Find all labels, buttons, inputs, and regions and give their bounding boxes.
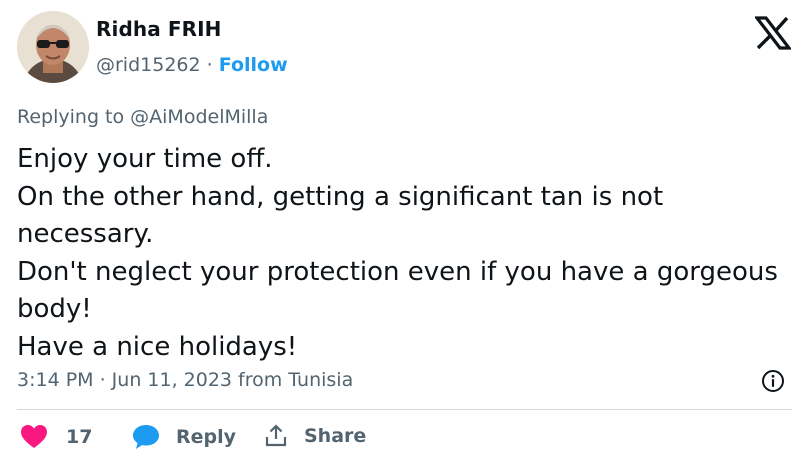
author-handle[interactable]: @rid15262 xyxy=(96,54,201,76)
reply-label: Reply xyxy=(176,426,237,448)
author-display-name[interactable]: Ridha FRIH xyxy=(96,17,222,41)
tweet-line: Don't neglect your protection even if yo… xyxy=(17,256,778,287)
share-button[interactable]: Share xyxy=(264,424,366,448)
share-label: Share xyxy=(304,425,367,447)
share-icon xyxy=(265,424,287,447)
action-bar: 17 Reply Share xyxy=(0,424,808,458)
author-handle-row: @rid15262 · Follow xyxy=(96,54,288,76)
follow-button[interactable]: Follow xyxy=(219,54,288,76)
like-count: 17 xyxy=(66,426,93,448)
reply-context[interactable]: Replying to @AiModelMilla xyxy=(17,106,268,128)
tweet-line: Enjoy your time off. xyxy=(17,144,273,174)
heart-icon xyxy=(21,425,47,448)
tweet-line: Have a nice holidays! xyxy=(17,331,298,362)
divider xyxy=(17,409,792,410)
tweet-line: body! xyxy=(17,294,92,324)
tweet-line: On the other hand, getting a significant… xyxy=(17,181,664,212)
tweet-line: necessary. xyxy=(17,219,154,249)
tweet-card: Ridha FRIH @rid15262 · Follow Replying t… xyxy=(0,0,808,458)
like-button[interactable]: 17 xyxy=(20,424,92,450)
tweet-timestamp[interactable]: 3:14 PM · Jun 11, 2023 from Tunisia xyxy=(17,369,353,391)
x-logo-icon[interactable] xyxy=(753,16,793,50)
tweet-text: Enjoy your time off. On the other hand, … xyxy=(17,141,797,366)
info-icon[interactable] xyxy=(761,369,785,393)
handle-separator: · xyxy=(206,54,213,76)
avatar[interactable] xyxy=(17,11,89,83)
reply-bubble-icon xyxy=(133,425,159,449)
reply-button[interactable]: Reply xyxy=(132,424,236,450)
